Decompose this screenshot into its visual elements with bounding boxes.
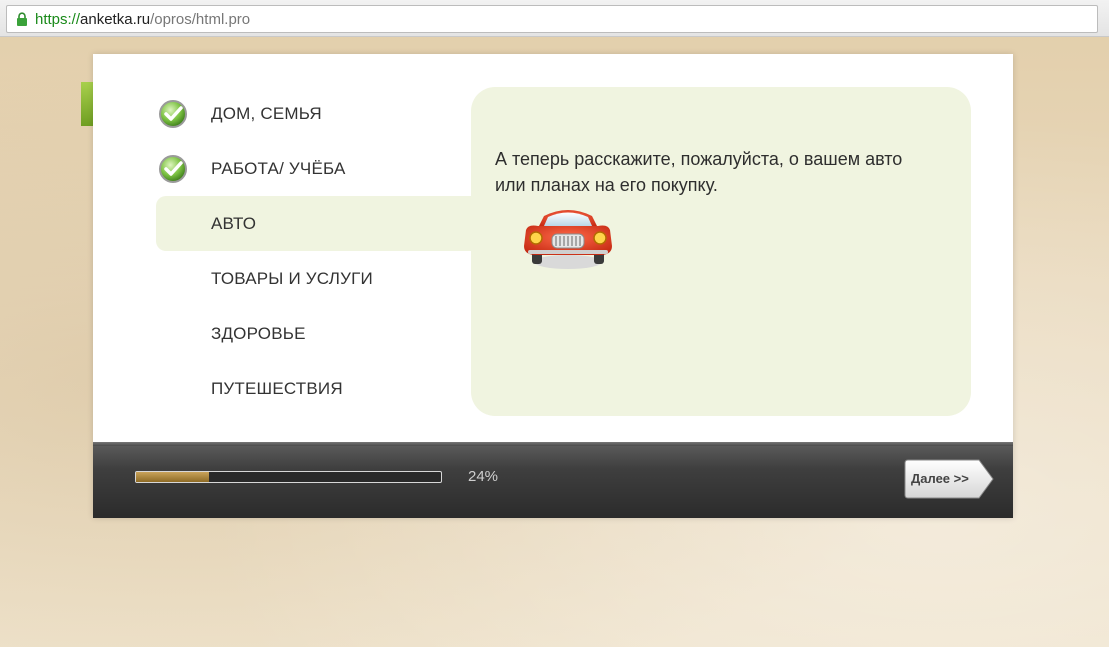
browser-toolbar: https://anketka.ru/opros/html.pro — [0, 0, 1109, 37]
url-scheme: https:// — [35, 10, 81, 28]
address-bar[interactable]: https://anketka.ru/opros/html.pro — [6, 5, 1098, 33]
section-label: РАБОТА/ УЧЁБА — [211, 158, 346, 178]
url-path: /opros/html.pro — [150, 10, 251, 28]
question-panel: А теперь расскажите, пожалуйста, о вашем… — [471, 87, 971, 416]
section-label: ЗДОРОВЬЕ — [211, 323, 306, 343]
url-host: anketka.ru — [80, 10, 151, 28]
progress-bar-fill — [136, 472, 210, 482]
section-item-travel[interactable]: ПУТЕШЕСТВИЯ — [156, 361, 476, 416]
next-button-label: Далее >> — [911, 471, 969, 486]
section-item-auto[interactable]: АВТО — [156, 196, 474, 251]
section-label: АВТО — [211, 213, 257, 233]
checkmark-icon — [159, 155, 187, 183]
progress-percent: 24% — [468, 468, 499, 485]
survey-footer: 24% Далее >> — [93, 442, 1013, 518]
progress-bar — [135, 471, 442, 483]
car-icon — [524, 210, 612, 269]
section-menu: ДОМ, СЕМЬЯ РАБОТА/ УЧЁБА АВТО ТОВАРЫ И У… — [156, 86, 476, 416]
section-item-work-study[interactable]: РАБОТА/ УЧЁБА — [156, 141, 476, 196]
next-button[interactable]: Далее >> — [903, 458, 995, 500]
url-text: https://anketka.ru/opros/html.pro — [35, 11, 250, 28]
checkmark-icon — [159, 100, 187, 128]
section-label: ТОВАРЫ И УСЛУГИ — [211, 268, 373, 288]
question-text: А теперь расскажите, пожалуйста, о вашем… — [495, 149, 903, 195]
section-label: ДОМ, СЕМЬЯ — [211, 103, 322, 123]
section-item-health[interactable]: ЗДОРОВЬЕ — [156, 306, 476, 361]
section-item-goods-services[interactable]: ТОВАРЫ И УСЛУГИ — [156, 251, 476, 306]
section-label: ПУТЕШЕСТВИЯ — [211, 378, 343, 398]
survey-card: ДОМ, СЕМЬЯ РАБОТА/ УЧЁБА АВТО ТОВАРЫ И У… — [93, 54, 1013, 518]
lock-icon — [13, 10, 31, 28]
section-item-home-family[interactable]: ДОМ, СЕМЬЯ — [156, 86, 476, 141]
